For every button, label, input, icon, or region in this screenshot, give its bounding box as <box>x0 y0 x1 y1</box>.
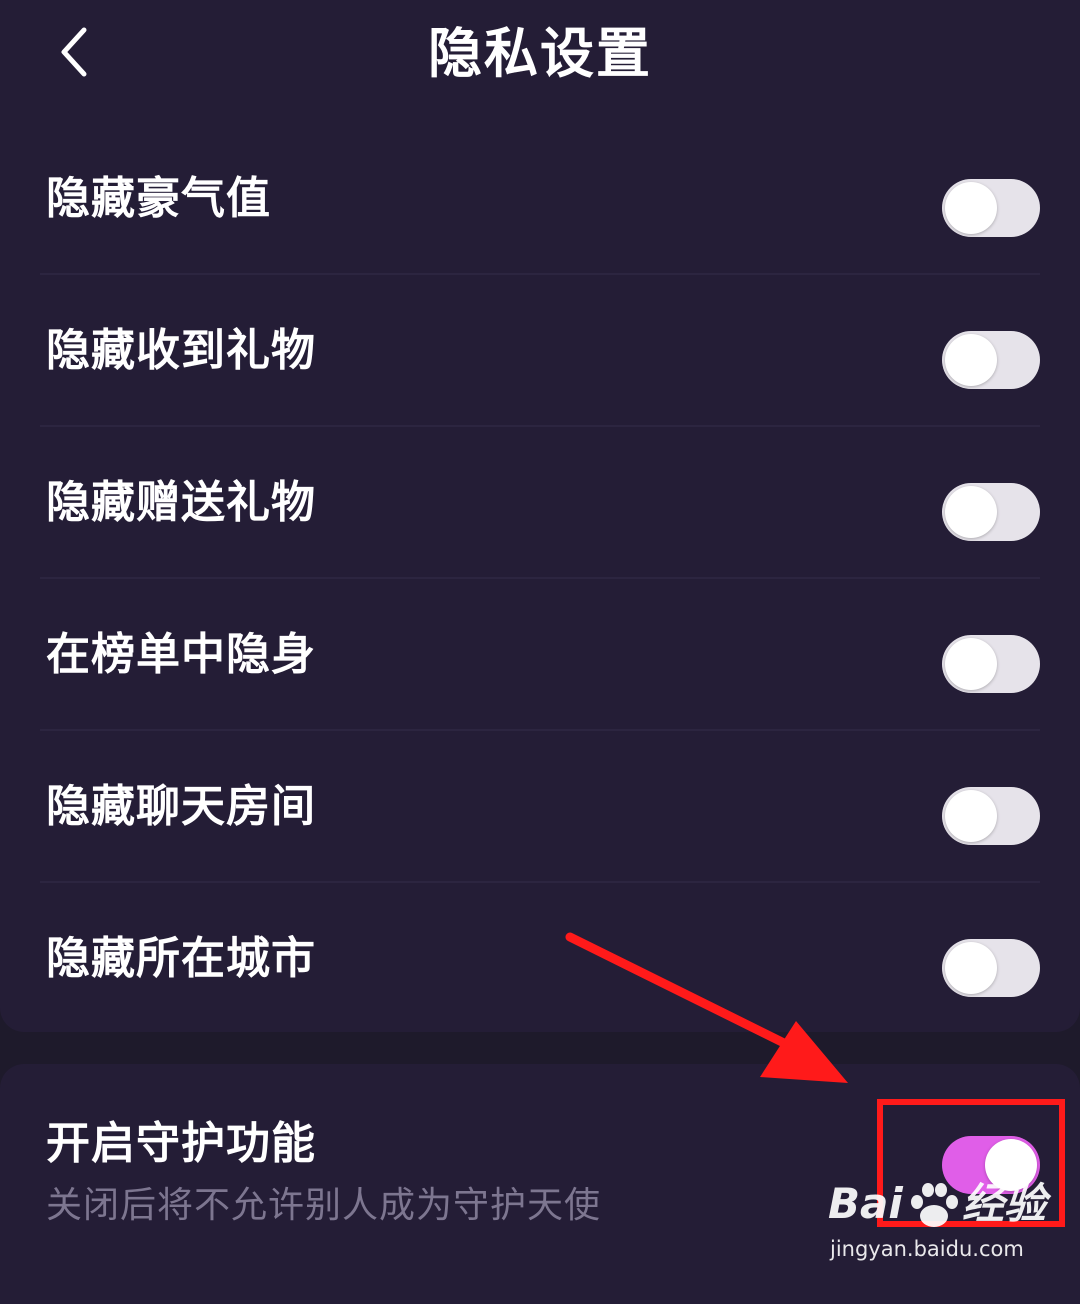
watermark-brand-right: 经验 <box>962 1179 1047 1228</box>
page-title: 隐私设置 <box>428 22 652 85</box>
setting-label: 隐藏赠送礼物 <box>46 477 316 528</box>
toggle-switch[interactable] <box>942 179 1040 237</box>
guardian-description: 关闭后将不允许别人成为守护天使 <box>46 1185 602 1226</box>
setting-label: 在榜单中隐身 <box>46 629 316 680</box>
setting-label: 隐藏所在城市 <box>46 933 316 984</box>
watermark-url: jingyan.baidu.com <box>830 1237 1024 1261</box>
annotation-arrow <box>565 932 848 1083</box>
header-bar: 隐私设置 <box>0 0 1080 110</box>
setting-row-hide-chat-room: 隐藏聊天房间 <box>0 731 1080 883</box>
setting-row-invisible-on-leaderboard: 在榜单中隐身 <box>0 579 1080 731</box>
toggle-switch[interactable] <box>942 331 1040 389</box>
toggle-knob <box>945 638 997 690</box>
setting-row-hide-sent-gifts: 隐藏赠送礼物 <box>0 427 1080 579</box>
toggle-knob <box>945 942 997 994</box>
baidu-jingyan-watermark: Bai 经验 jingyan.baidu.com <box>828 1180 1058 1280</box>
toggle-switch[interactable] <box>942 787 1040 845</box>
toggle-knob <box>945 182 997 234</box>
toggle-knob <box>945 790 997 842</box>
setting-row-hide-wealth: 隐藏豪气值 <box>0 123 1080 275</box>
toggle-knob <box>945 486 997 538</box>
setting-label: 隐藏聊天房间 <box>46 781 316 832</box>
setting-label: 隐藏收到礼物 <box>46 325 316 376</box>
setting-row-hide-received-gifts: 隐藏收到礼物 <box>0 275 1080 427</box>
toggle-switch[interactable] <box>942 635 1040 693</box>
privacy-settings-card: 隐藏豪气值 隐藏收到礼物 隐藏赠送礼物 在榜单中隐身 隐藏聊天房间 隐藏所在城市 <box>0 110 1080 1032</box>
setting-label: 隐藏豪气值 <box>46 173 271 224</box>
toggle-switch[interactable] <box>942 939 1040 997</box>
setting-row-hide-city: 隐藏所在城市 <box>0 883 1080 1035</box>
toggle-switch[interactable] <box>942 483 1040 541</box>
guardian-label: 开启守护功能 <box>46 1118 316 1169</box>
paw-icon <box>911 1183 958 1227</box>
toggle-knob <box>945 334 997 386</box>
watermark-brand-left: Bai <box>828 1179 903 1228</box>
